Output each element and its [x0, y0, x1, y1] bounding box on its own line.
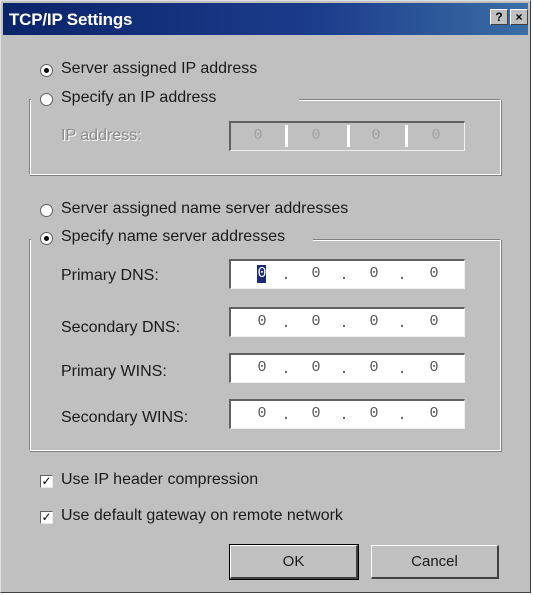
dns2-octet-1: 0 — [257, 313, 267, 330]
default-gateway-checkbox[interactable]: ✓ — [40, 511, 53, 524]
server-assigned-dns-radio[interactable] — [40, 204, 53, 217]
dns1-octet-2: 0 — [311, 265, 321, 282]
radio-selected-dot — [44, 236, 49, 241]
ip-octet-3: 0 — [371, 127, 381, 144]
radio-selected-dot — [44, 68, 49, 73]
ip-octet-2: 0 — [311, 127, 321, 144]
wins1-octet-1: 0 — [257, 359, 267, 376]
ip-octet-4: 0 — [431, 127, 441, 144]
secondary-wins-field[interactable]: 0 . 0 . 0 . 0 — [229, 399, 465, 429]
ip-header-compression-checkbox[interactable]: ✓ — [40, 475, 53, 488]
ip-address-label: IP address: — [61, 127, 142, 144]
question-mark-icon: ? — [495, 10, 503, 24]
dns1-octet-3: 0 — [369, 265, 379, 282]
title-bar[interactable]: TCP/IP Settings ? × — [3, 3, 528, 35]
primary-wins-field[interactable]: 0 . 0 . 0 . 0 — [229, 353, 465, 383]
checkmark-icon: ✓ — [41, 510, 52, 524]
secondary-dns-label: Secondary DNS: — [61, 319, 181, 336]
secondary-dns-field[interactable]: 0 . 0 . 0 . 0 — [229, 307, 465, 337]
dns1-octet-1: 0 — [257, 265, 267, 282]
specify-ip-label: Specify an IP address — [61, 89, 217, 106]
secondary-wins-label: Secondary WINS: — [61, 409, 189, 426]
ip-address-field[interactable]: 0 0 0 0 — [229, 121, 465, 151]
specify-dns-label: Specify name server addresses — [61, 228, 286, 245]
checkmark-icon: ✓ — [41, 474, 52, 488]
dns2-octet-2: 0 — [311, 313, 321, 330]
dns2-octet-3: 0 — [369, 313, 379, 330]
close-button[interactable]: × — [510, 9, 528, 25]
ip-octet-1: 0 — [253, 127, 263, 144]
primary-dns-field[interactable]: 0 . 0 . 0 . 0 — [229, 259, 465, 289]
server-assigned-ip-label: Server assigned IP address — [61, 60, 258, 77]
help-button[interactable]: ? — [490, 9, 508, 25]
specify-ip-radio[interactable] — [40, 93, 53, 106]
dns1-octet-4: 0 — [429, 265, 439, 282]
window-title: TCP/IP Settings — [9, 10, 133, 29]
primary-dns-label: Primary DNS: — [61, 267, 159, 284]
dns2-octet-4: 0 — [429, 313, 439, 330]
wins2-octet-1: 0 — [257, 405, 267, 422]
wins1-octet-2: 0 — [311, 359, 321, 376]
wins2-octet-3: 0 — [369, 405, 379, 422]
default-gateway-label: Use default gateway on remote network — [61, 507, 343, 524]
tcpip-settings-dialog: TCP/IP Settings ? × Server assigned IP a… — [0, 0, 531, 593]
specify-dns-radio[interactable] — [40, 232, 53, 245]
cancel-button[interactable]: Cancel — [371, 545, 499, 579]
ip-header-compression-label: Use IP header compression — [61, 471, 259, 488]
server-assigned-dns-label: Server assigned name server addresses — [61, 200, 349, 217]
wins1-octet-4: 0 — [429, 359, 439, 376]
server-assigned-ip-radio[interactable] — [40, 64, 53, 77]
ok-button[interactable]: OK — [229, 544, 359, 580]
close-icon: × — [515, 10, 523, 24]
primary-wins-label: Primary WINS: — [61, 363, 167, 380]
wins2-octet-4: 0 — [429, 405, 439, 422]
wins2-octet-2: 0 — [311, 405, 321, 422]
wins1-octet-3: 0 — [369, 359, 379, 376]
